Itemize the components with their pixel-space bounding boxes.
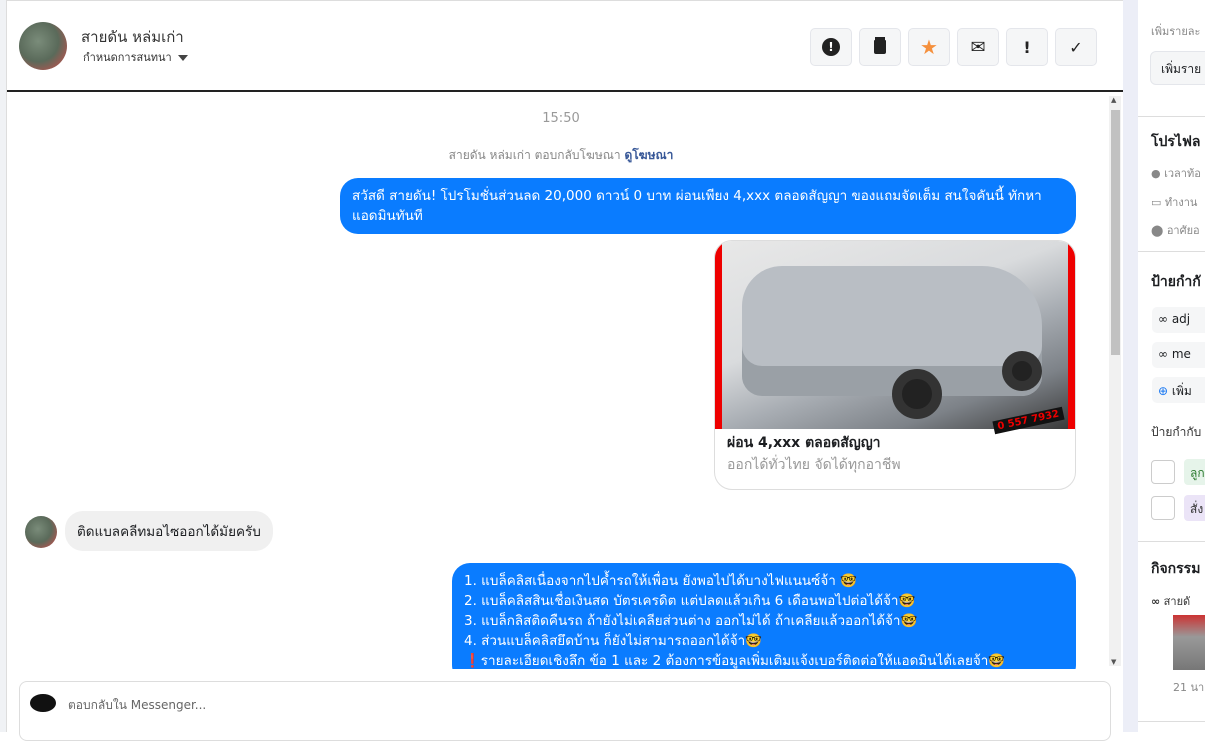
profile-section: โปรไฟล ● เวลาท้อ ▭ ทำงาน ⬤ อาศัยอ [1138, 117, 1205, 252]
reply-input[interactable]: ตอบกลับใน Messenger... [68, 696, 206, 715]
message-line: 2. แบล็คลิสสินเชื่อเงินสด บัตรเครดิต แต่… [464, 593, 916, 609]
local-time-text: เวลาท้อ [1164, 167, 1201, 180]
label-chip[interactable]: สั่ง [1184, 495, 1205, 521]
contact-name[interactable]: สายดัน หล่มเก่า [81, 25, 184, 49]
activity-item: ∞ สายดั [1151, 592, 1190, 610]
meta-icon: ∞ [1158, 347, 1168, 361]
message-line: 3. แบล็กลิสติดคืนรถ ถ้ายังไม่เคลียส่วนต่… [464, 613, 918, 629]
profile-title: โปรไฟล [1151, 134, 1201, 150]
work-text: ทำงาน [1164, 196, 1198, 209]
add-label-button[interactable]: ⊕ เพิ่ม [1152, 377, 1205, 403]
outgoing-message: 1. แบล็คลิสเนื่องจากไปค้ำรถให้เพื่อน ยัง… [452, 563, 1076, 669]
left-rail [0, 0, 7, 732]
car-wheel [892, 369, 942, 419]
label-checkbox[interactable] [1151, 460, 1175, 484]
contact-avatar[interactable] [19, 22, 67, 70]
follow-up-button[interactable]: ! [1006, 28, 1048, 66]
ad-card-title: ผ่อน 4,xxx ตลอดสัญญา [727, 435, 881, 451]
labels-subtitle: ป้ายกำกับ [1151, 425, 1202, 439]
ad-reply-text: สายดัน หล่มเก่า ตอบกลับโฆษณา [448, 148, 621, 162]
scrollbar-thumb[interactable] [1111, 110, 1120, 355]
delete-button[interactable] [859, 28, 901, 66]
envelope-icon: ✉ [970, 36, 986, 58]
car-image: 0 557 7932 [715, 241, 1075, 435]
label-me[interactable]: ∞ me [1152, 342, 1205, 368]
check-icon: ✓ [1069, 37, 1083, 57]
label-checkbox[interactable] [1151, 496, 1175, 520]
scroll-down-icon[interactable]: ▼ [1111, 658, 1116, 666]
star-button[interactable]: ★ [908, 28, 950, 66]
lives-in: ⬤ อาศัยอ [1151, 221, 1200, 239]
trash-icon [874, 40, 886, 54]
car-wheel [1002, 351, 1042, 391]
briefcase-icon: ▭ [1151, 196, 1162, 209]
done-button[interactable]: ✓ [1055, 28, 1097, 66]
message-thread: 15:50 สายดัน หล่มเก่า ตอบกลับโฆษณา ดูโฆษ… [7, 94, 1123, 669]
caret-down-icon [177, 55, 188, 61]
chat-scrollbar[interactable]: ▲ ▼ [1109, 96, 1121, 666]
star-icon: ★ [920, 35, 938, 59]
reply-composer[interactable]: ตอบกลับใน Messenger... [19, 681, 1111, 741]
ad-card-subtitle: ออกได้ทั่วไทย จัดได้ทุกอาชีพ [727, 457, 901, 473]
add-label-text: เพิ่ม [1171, 384, 1192, 398]
clock-icon: ● [1151, 167, 1161, 180]
scroll-up-icon[interactable]: ▲ [1111, 96, 1116, 104]
contact-avatar-small [25, 516, 57, 548]
timestamp: 15:50 [542, 111, 580, 126]
labels-title: ป้ายกำกั [1151, 274, 1201, 290]
conversation-panel: สายดัน หล่มเก่า กำหนดการสนทนา ! ★ ✉ ! ✓ … [7, 0, 1123, 741]
spam-button[interactable]: ! [810, 28, 852, 66]
meta-icon: ∞ [1158, 312, 1168, 326]
activity-time: 21 นา [1173, 681, 1205, 694]
activity-section: กิจกรรม ∞ สายดั 21 นา [1138, 542, 1205, 722]
activity-title: กิจกรรม [1151, 561, 1201, 577]
page-avatar [30, 694, 56, 712]
local-time: ● เวลาท้อ [1151, 164, 1201, 182]
incoming-message: ติดแบลคลีทมอไซออกได้มัยครับ [65, 511, 273, 551]
activity-text: สายดั [1163, 595, 1191, 608]
alert-octagon-icon: ! [822, 38, 840, 56]
details-section: เพิ่มรายละ เพิ่มราย [1138, 0, 1205, 117]
assign-conversation-dropdown[interactable]: กำหนดการสนทนา [83, 48, 188, 66]
message-line: ❗รายละเอียดเชิงลึก ข้อ 1 และ 2 ต้องการข้… [464, 653, 1006, 669]
details-hint: เพิ่มรายละ [1151, 25, 1201, 38]
action-toolbar: ! ★ ✉ ! ✓ [810, 28, 1097, 66]
activity-thumbnail[interactable] [1173, 615, 1205, 670]
lives-text: อาศัยอ [1166, 224, 1200, 237]
mark-unread-button[interactable]: ✉ [957, 28, 999, 66]
label-adj[interactable]: ∞ adj [1152, 307, 1205, 333]
view-ad-link[interactable]: ดูโฆษณา [624, 148, 673, 162]
conversation-header: สายดัน หล่มเก่า กำหนดการสนทนา ! ★ ✉ ! ✓ [7, 1, 1123, 92]
exclamation-icon: ! [1023, 37, 1031, 57]
work: ▭ ทำงาน [1151, 193, 1197, 211]
message-line: 1. แบล็คลิสเนื่องจากไปค้ำรถให้เพื่อน ยัง… [464, 573, 857, 589]
contact-details-sidebar: เพิ่มรายละ เพิ่มราย โปรไฟล ● เวลาท้อ ▭ ท… [1138, 0, 1205, 732]
labels-section: ป้ายกำกั ∞ adj ∞ me ⊕ เพิ่ม ป้ายกำกับ ลู… [1138, 252, 1205, 542]
car-body [742, 266, 1042, 396]
assign-label: กำหนดการสนทนา [83, 51, 172, 64]
panel-divider [1123, 0, 1138, 732]
message-line: 4. ส่วนแบล็คลิสยึดบ้าน ก็ยังไม่สามารถออก… [464, 633, 762, 649]
label-text: adj [1171, 312, 1191, 326]
location-pin-icon: ⬤ [1151, 224, 1164, 237]
label-chip[interactable]: ลูก [1184, 459, 1205, 485]
outgoing-message: สวัสดี สายดัน! โปรโมชั่นส่วนลด 20,000 ดา… [340, 178, 1076, 234]
ad-card[interactable]: 0 557 7932 ผ่อน 4,xxx ตลอดสัญญา ออกได้ทั… [714, 240, 1076, 490]
label-text: me [1171, 347, 1191, 361]
meta-icon: ∞ [1151, 595, 1161, 608]
plus-circle-icon: ⊕ [1158, 384, 1169, 398]
ad-reply-info: สายดัน หล่มเก่า ตอบกลับโฆษณา ดูโฆษณา [7, 146, 1115, 165]
add-details-button[interactable]: เพิ่มราย [1150, 51, 1205, 85]
